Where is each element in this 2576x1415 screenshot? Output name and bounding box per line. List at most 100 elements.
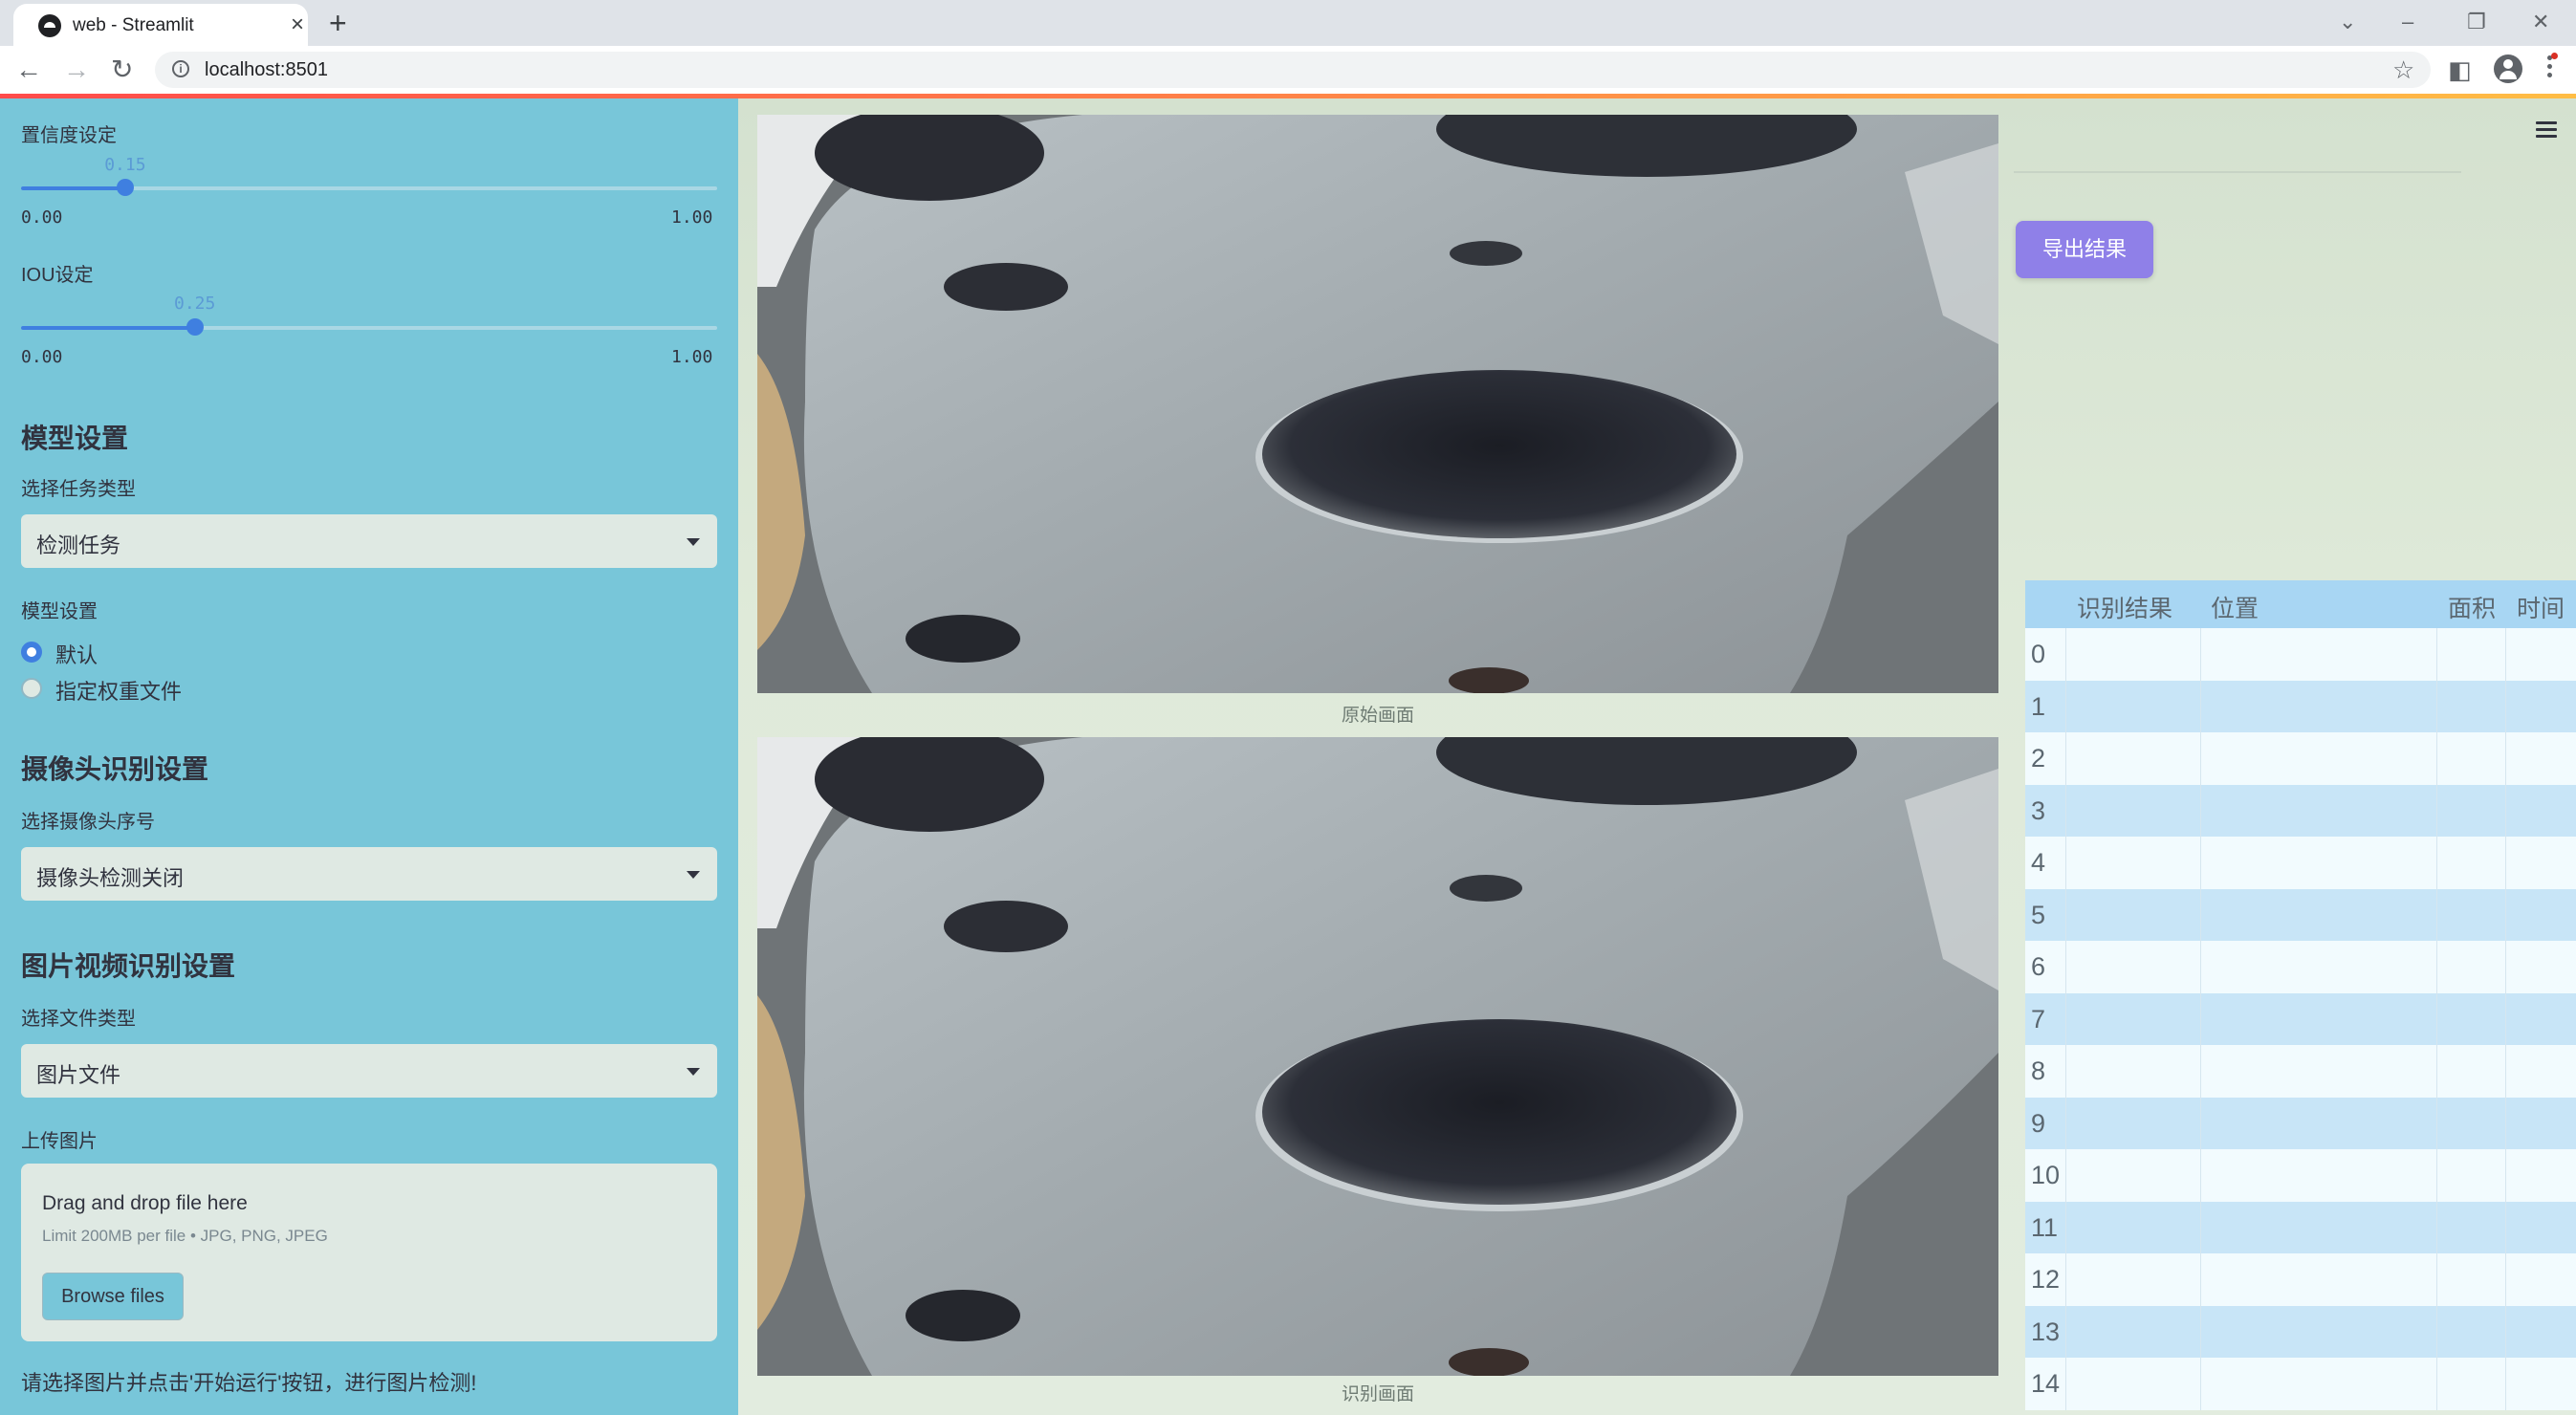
iou-max: 1.00 — [671, 347, 713, 367]
column-divider — [2200, 732, 2201, 785]
file-uploader-dropzone[interactable]: Drag and drop file here Limit 200MB per … — [21, 1164, 717, 1341]
table-row[interactable]: 10 — [2025, 1149, 2576, 1202]
confidence-min: 0.00 — [21, 207, 63, 228]
column-divider — [2436, 680, 2437, 732]
radio-default[interactable] — [21, 642, 42, 663]
forward-icon[interactable]: → — [63, 54, 90, 86]
column-divider — [2065, 888, 2066, 941]
file-type-label: 选择文件类型 — [21, 1009, 136, 1030]
bookmark-star-icon[interactable]: ☆ — [2392, 54, 2414, 86]
browse-files-button[interactable]: Browse files — [42, 1273, 184, 1320]
table-row[interactable]: 8 — [2025, 1045, 2576, 1098]
close-window-icon[interactable]: ✕ — [2532, 8, 2549, 36]
column-header-position[interactable]: 位置 — [2211, 590, 2259, 624]
original-caption: 原始画面 — [1341, 706, 1414, 726]
column-divider — [2505, 1097, 2506, 1149]
sidebar: 置信度设定 0.15 0.00 1.00 IOU设定 0.25 0.00 1.0… — [0, 98, 738, 1415]
row-index: 9 — [2031, 1108, 2046, 1138]
instruction-text: 请选择图片并点击'开始运行'按钮，进行图片检测! — [21, 1371, 477, 1395]
camera-label: 选择摄像头序号 — [21, 812, 155, 833]
browser-tab[interactable]: web - Streamlit × — [13, 4, 308, 46]
table-row[interactable]: 11 — [2025, 1201, 2576, 1253]
column-divider — [2505, 1149, 2506, 1202]
table-row[interactable]: 2 — [2025, 732, 2576, 785]
column-divider — [2505, 1253, 2506, 1306]
table-row[interactable]: 9 — [2025, 1097, 2576, 1149]
table-row[interactable]: 12 — [2025, 1253, 2576, 1306]
column-divider — [2065, 732, 2066, 785]
radio-custom-weights[interactable] — [21, 678, 42, 699]
table-row[interactable]: 0 — [2025, 628, 2576, 681]
confidence-slider-thumb[interactable] — [117, 179, 135, 196]
table-row[interactable]: 4 — [2025, 837, 2576, 889]
restore-icon[interactable]: ❐ — [2467, 8, 2486, 36]
table-row[interactable]: 13 — [2025, 1305, 2576, 1358]
row-index: 5 — [2031, 900, 2046, 929]
row-index: 6 — [2031, 952, 2046, 981]
update-badge — [2551, 53, 2558, 59]
column-divider — [2436, 1097, 2437, 1149]
table-body: 0 1 2 3 4 5 6 7 8 9 10 11 12 13 14 — [2025, 628, 2576, 1410]
column-divider — [2436, 628, 2437, 681]
column-divider — [2505, 732, 2506, 785]
tab-search-icon[interactable]: ⌄ — [2339, 8, 2356, 36]
column-divider — [2436, 888, 2437, 941]
table-row[interactable]: 5 — [2025, 888, 2576, 941]
export-results-button[interactable]: 导出结果 — [2016, 221, 2153, 278]
iou-min: 0.00 — [21, 347, 63, 367]
browser-menu-icon[interactable] — [2547, 53, 2558, 81]
main-content: 原始画面 识别画面 导出结果 识别结果 位置 面积 时间 0 1 2 3 4 5… — [738, 98, 2576, 1415]
new-tab-icon[interactable]: + — [329, 4, 347, 42]
uploader-main-text: Drag and drop file here — [42, 1192, 248, 1214]
table-header: 识别结果 位置 面积 时间 — [2025, 580, 2576, 628]
confidence-slider[interactable] — [21, 179, 717, 196]
tab-title: web - Streamlit — [73, 15, 194, 35]
close-tab-icon[interactable]: × — [291, 11, 304, 38]
site-info-icon[interactable]: i — [172, 60, 189, 77]
column-divider — [2505, 992, 2506, 1045]
results-table[interactable]: 识别结果 位置 面积 时间 0 1 2 3 4 5 6 7 8 9 10 11 12 13 14 — [2025, 580, 2576, 1410]
side-panel-icon[interactable]: ◧ — [2448, 54, 2472, 86]
table-row[interactable]: 3 — [2025, 784, 2576, 837]
streamlit-menu-icon[interactable] — [2536, 121, 2557, 142]
iou-slider-fill — [21, 326, 195, 330]
column-divider — [2436, 992, 2437, 1045]
reload-icon[interactable]: ↻ — [111, 54, 133, 86]
column-divider — [2505, 888, 2506, 941]
file-type-select[interactable]: 图片文件 — [21, 1044, 717, 1098]
radio-default-label[interactable]: 默认 — [55, 639, 98, 669]
iou-slider[interactable] — [21, 318, 717, 336]
streamlit-favicon-icon — [38, 14, 61, 37]
column-header-area[interactable]: 面积 — [2448, 590, 2496, 624]
table-row[interactable]: 7 — [2025, 992, 2576, 1045]
model-section-title: 模型设置 — [21, 424, 129, 453]
table-row[interactable]: 1 — [2025, 680, 2576, 732]
iou-label: IOU设定 — [21, 265, 94, 286]
camera-value: 摄像头检测关闭 — [36, 866, 185, 890]
column-divider — [2436, 1253, 2437, 1306]
column-header-result[interactable]: 识别结果 — [2077, 590, 2172, 624]
column-divider — [2436, 732, 2437, 785]
radio-custom-weights-label[interactable]: 指定权重文件 — [55, 675, 182, 706]
minimize-icon[interactable]: – — [2402, 8, 2413, 36]
metal-part-result-image — [757, 737, 1998, 1376]
task-type-select[interactable]: 检测任务 — [21, 514, 717, 568]
camera-select[interactable]: 摄像头检测关闭 — [21, 847, 717, 901]
row-index: 1 — [2031, 691, 2046, 721]
column-header-time[interactable]: 时间 — [2517, 590, 2565, 624]
table-row[interactable]: 14 — [2025, 1358, 2576, 1410]
column-divider — [2436, 784, 2437, 837]
column-divider — [2505, 784, 2506, 837]
address-bar[interactable]: i localhost:8501 — [155, 52, 2431, 88]
chevron-down-icon — [687, 871, 700, 879]
column-divider — [2065, 1201, 2066, 1253]
column-divider — [2200, 1149, 2201, 1202]
column-divider — [2065, 1045, 2066, 1098]
table-row[interactable]: 6 — [2025, 941, 2576, 993]
column-divider — [2505, 1045, 2506, 1098]
row-index: 3 — [2031, 795, 2046, 825]
back-icon[interactable]: ← — [15, 54, 42, 86]
result-image — [757, 737, 1998, 1376]
profile-avatar-icon[interactable] — [2494, 54, 2522, 83]
iou-slider-thumb[interactable] — [186, 318, 204, 336]
